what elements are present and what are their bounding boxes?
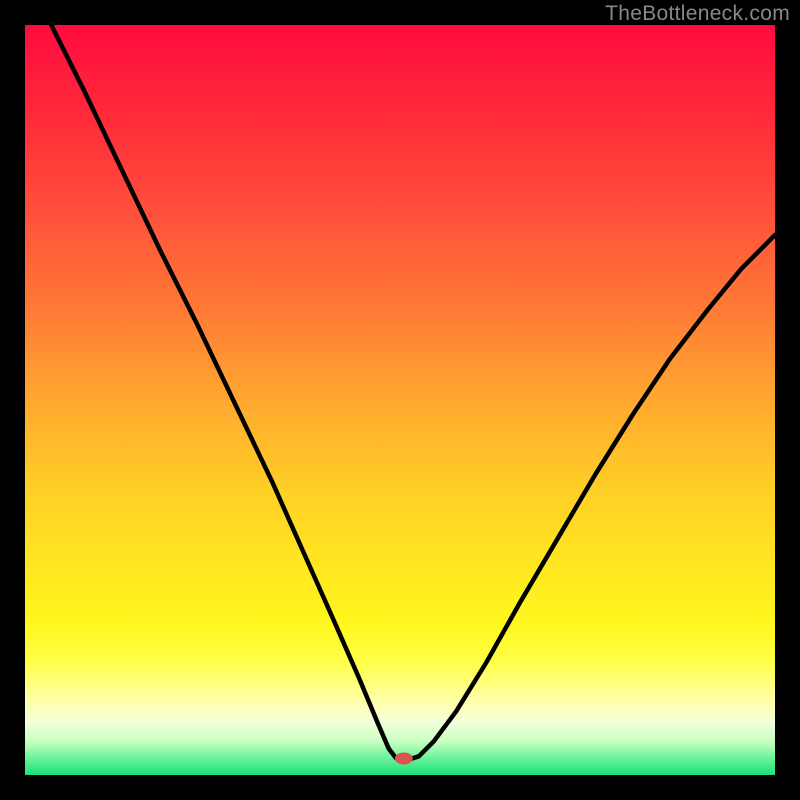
chart-svg bbox=[25, 25, 775, 775]
gradient-background bbox=[25, 25, 775, 775]
optimal-point-marker bbox=[395, 753, 413, 765]
watermark-text: TheBottleneck.com bbox=[605, 2, 790, 26]
plot-area bbox=[25, 25, 775, 775]
chart-frame: TheBottleneck.com bbox=[0, 0, 800, 800]
